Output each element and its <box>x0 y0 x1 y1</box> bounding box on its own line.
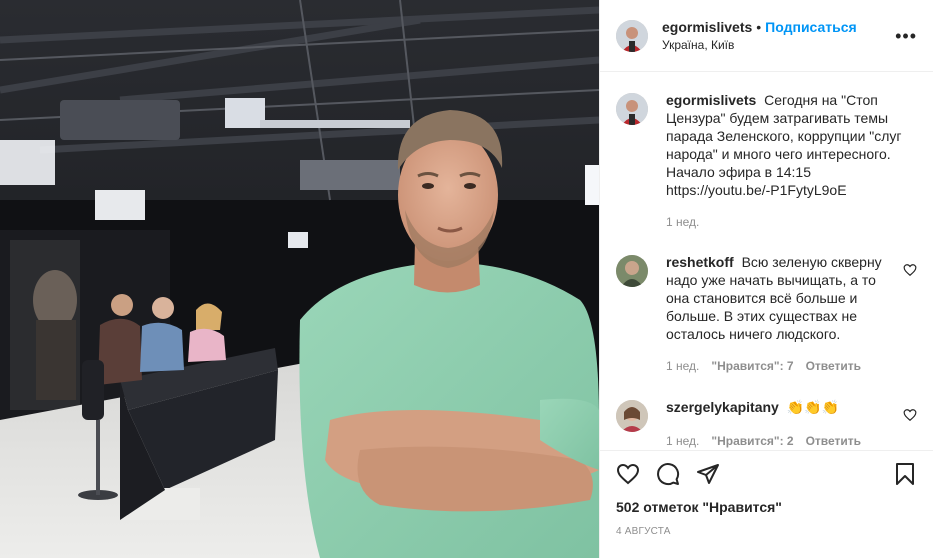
caption-time[interactable]: 1 нед. <box>666 213 699 231</box>
more-options-icon[interactable]: ••• <box>895 27 917 45</box>
instagram-post: egormislivets • Подписаться Україна, Київ … <box>0 0 933 558</box>
commenter-avatar-image <box>616 255 648 287</box>
comment-text: 👏👏👏 <box>786 399 840 415</box>
comment-item: reshetkoff Всю зеленую скверну надо уже … <box>616 253 917 375</box>
comment-time[interactable]: 1 нед. <box>666 357 699 375</box>
reply-button[interactable]: Ответить <box>806 357 861 375</box>
caption-body: egormislivets Сегодня на "Стоп Цензура" … <box>666 91 917 231</box>
share-icon[interactable] <box>696 462 720 486</box>
comment-body: reshetkoff Всю зеленую скверну надо уже … <box>666 253 917 375</box>
caption-meta: 1 нед. <box>666 213 917 231</box>
author-username[interactable]: egormislivets <box>662 19 752 35</box>
caption-avatar-image <box>616 93 648 125</box>
comment-like-heart-icon[interactable] <box>903 408 917 422</box>
follow-button[interactable]: Подписаться <box>765 19 857 35</box>
post-caption: egormislivets Сегодня на "Стоп Цензура" … <box>616 91 917 231</box>
comment-meta: 1 нед. "Нравится": 7 Ответить <box>666 357 895 375</box>
comment-likes[interactable]: "Нравится": 7 <box>711 357 793 375</box>
post-date[interactable]: 4 АВГУСТА <box>616 526 917 537</box>
comment-username[interactable]: szergelykapitany <box>666 399 779 415</box>
author-avatar-image <box>616 19 648 52</box>
comment-icon[interactable] <box>656 462 680 486</box>
comment-item: szergelykapitany 👏👏👏 1 нед. "Нравится": … <box>616 398 917 450</box>
caption-avatar[interactable] <box>616 93 648 125</box>
comment-like-heart-icon[interactable] <box>903 263 917 277</box>
post-location[interactable]: Україна, Київ <box>662 36 895 54</box>
comments-list[interactable]: egormislivets Сегодня на "Стоп Цензура" … <box>600 73 933 450</box>
comment-time[interactable]: 1 нед. <box>666 432 699 450</box>
bookmark-icon[interactable] <box>893 462 917 486</box>
header-separator: • <box>756 18 762 35</box>
commenter-avatar-image <box>616 400 648 432</box>
comment-likes[interactable]: "Нравится": 2 <box>711 432 793 450</box>
comment-username[interactable]: reshetkoff <box>666 254 734 270</box>
comment-meta: 1 нед. "Нравится": 2 Ответить <box>666 432 895 450</box>
commenter-avatar[interactable] <box>616 255 648 287</box>
commenter-avatar[interactable] <box>616 400 648 432</box>
comment-body: szergelykapitany 👏👏👏 1 нед. "Нравится": … <box>666 398 917 450</box>
author-avatar[interactable] <box>616 19 648 52</box>
studio-selfie-image <box>0 0 599 558</box>
post-header: egormislivets • Подписаться Україна, Київ … <box>600 0 933 72</box>
post-photo[interactable] <box>0 0 599 558</box>
reply-button[interactable]: Ответить <box>806 432 861 450</box>
caption-username[interactable]: egormislivets <box>666 92 756 108</box>
post-side-panel: egormislivets • Подписаться Україна, Київ … <box>599 0 933 558</box>
action-icons <box>616 451 917 497</box>
post-actions: 502 отметок "Нравится" 4 АВГУСТА <box>600 450 933 537</box>
heart-icon[interactable] <box>616 462 640 486</box>
post-header-text: egormislivets • Подписаться Україна, Київ <box>662 18 895 54</box>
likes-count[interactable]: 502 отметок "Нравится" <box>616 498 917 516</box>
